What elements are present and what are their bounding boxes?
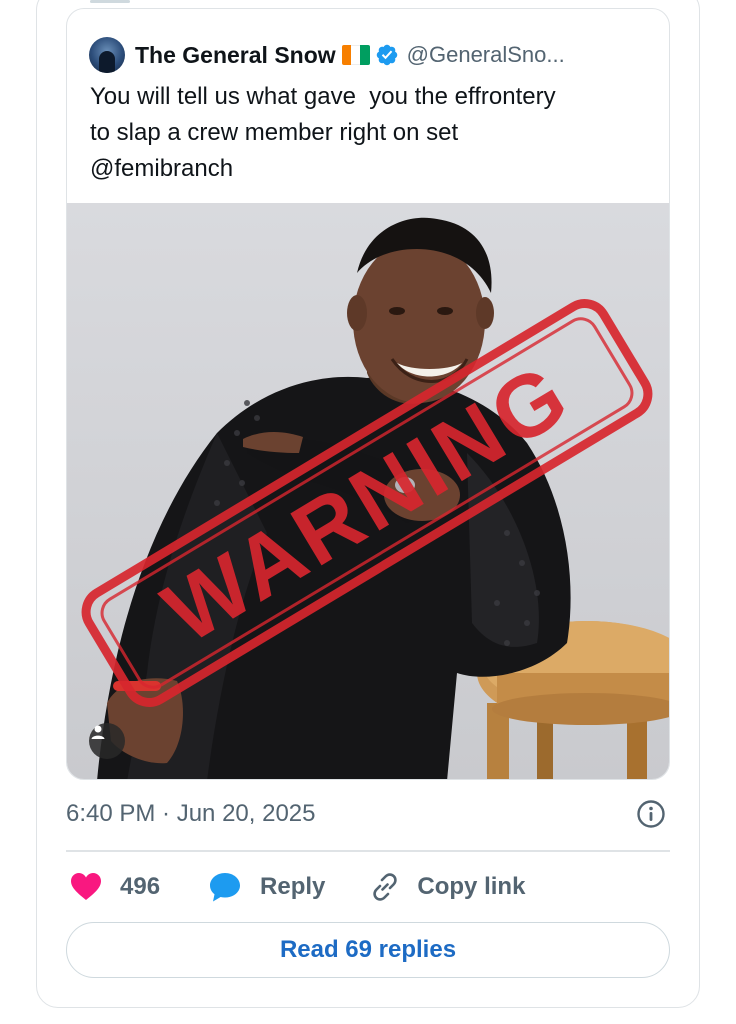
person-tag-icon[interactable] — [89, 723, 125, 759]
quoted-tweet-text: You will tell us what gave you the effro… — [90, 83, 556, 182]
reply-button[interactable]: Reply — [208, 871, 325, 903]
like-count: 496 — [120, 873, 161, 900]
action-bar: 496 Reply Copy link — [70, 868, 525, 906]
verified-badge-icon — [376, 44, 397, 66]
display-name[interactable]: The General Snow — [135, 42, 336, 69]
quoted-tweet-header: The General Snow @GeneralSno... — [89, 37, 565, 73]
timestamp-row: 6:40 PM · Jun 20, 2025 — [66, 798, 670, 830]
chat-bubble-icon — [210, 873, 241, 902]
divider — [66, 850, 670, 852]
like-button[interactable]: 496 — [70, 872, 160, 902]
handle[interactable]: @GeneralSno... — [407, 42, 565, 68]
copy-link-label: Copy link — [417, 873, 526, 900]
photo-illustration: WARNING — [81, 217, 669, 779]
quoted-tweet[interactable]: The General Snow @GeneralSno... You will… — [66, 8, 670, 780]
read-replies-button[interactable]: Read 69 replies — [66, 922, 670, 978]
link-icon — [373, 873, 398, 901]
top-edge-divider — [90, 0, 130, 3]
tweet-photo[interactable]: WARNING — [67, 203, 669, 779]
info-icon[interactable] — [636, 799, 666, 829]
avatar[interactable] — [89, 37, 125, 73]
timestamp[interactable]: 6:40 PM · Jun 20, 2025 — [66, 800, 316, 828]
reply-label: Reply — [260, 873, 326, 900]
flag-icon — [341, 45, 370, 65]
copy-link-button[interactable]: Copy link — [369, 871, 525, 903]
heart-icon — [71, 873, 101, 900]
